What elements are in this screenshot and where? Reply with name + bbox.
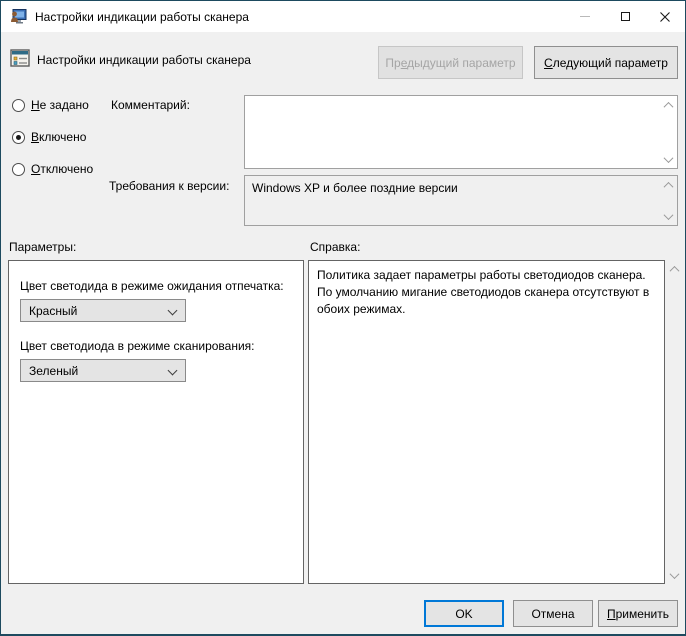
help-section-label: Справка: [310,240,360,254]
supported-on-box: Windows XP и более поздние версии [244,175,678,226]
options-panel: Цвет светодида в режиме ожидания отпечат… [8,260,304,584]
ok-button[interactable]: OK [424,600,504,627]
previous-setting-label-pre: Пр [385,56,400,70]
group-policy-app-icon [10,9,27,24]
chevron-down-icon [663,153,673,163]
chevron-up-icon [669,265,679,275]
cancel-button[interactable]: Отмена [513,600,593,627]
radio-circle [12,163,25,176]
policy-name: Настройки индикации работы сканера [37,53,251,67]
apply-button[interactable]: Применить [598,600,678,627]
cancel-button-label: Отмена [531,607,574,621]
radio-enabled[interactable]: Включено [12,129,86,145]
radio-circle [12,131,25,144]
help-text: Политика задает параметры работы светоди… [317,267,656,318]
policy-setting-icon [10,48,30,68]
option2-label: Цвет светодиода в режиме сканирования: [20,339,255,353]
maximize-button[interactable] [605,1,645,32]
minimize-icon [580,16,590,17]
radio-not-configured[interactable]: Не задано [12,97,89,113]
chevron-down-icon [168,366,178,376]
minimize-button[interactable] [565,1,605,32]
previous-setting-button[interactable]: Предыдущий параметр [378,46,523,79]
next-setting-label-key: С [544,56,553,70]
close-button[interactable] [645,1,685,32]
idle-led-color-value: Красный [29,304,77,318]
ok-button-label: OK [455,607,472,621]
previous-setting-label-rest: дыдущий параметр [407,56,515,70]
chevron-up-icon [663,101,673,111]
chevron-up-icon [663,181,673,191]
apply-button-label: Применить [607,607,669,621]
policy-setting-dialog: Настройки индикации работы сканера Настр… [0,0,686,636]
maximize-icon [621,12,630,21]
next-setting-button[interactable]: Следующий параметр [534,46,678,79]
supported-scroll-up-button[interactable] [660,177,676,193]
radio-enabled-label: Включено [31,130,86,144]
idle-led-color-dropdown[interactable]: Красный [20,299,186,322]
chevron-down-icon [168,306,178,316]
comment-scroll-up-button[interactable] [660,97,676,113]
next-setting-label-rest: ледующий параметр [553,56,668,70]
supported-on-value: Windows XP и более поздние версии [252,181,655,195]
supported-on-label: Требования к версии: [109,179,229,193]
help-scroll-down-button[interactable] [666,567,682,583]
titlebar: Настройки индикации работы сканера [1,1,685,32]
radio-disabled-label: Отключено [31,162,93,176]
scan-led-color-value: Зеленый [29,364,78,378]
radio-circle [12,99,25,112]
option1-label: Цвет светодида в режиме ожидания отпечат… [20,279,284,293]
chevron-down-icon [669,569,679,579]
window-title: Настройки индикации работы сканера [35,10,565,24]
close-icon [660,12,670,22]
comment-label: Комментарий: [111,98,190,112]
radio-not-configured-label: Не задано [31,98,89,112]
help-scroll-up-button[interactable] [666,261,682,277]
help-scrollbar[interactable] [666,260,682,584]
radio-disabled[interactable]: Отключено [12,161,93,177]
comment-textarea[interactable] [244,95,678,169]
chevron-down-icon [663,210,673,220]
scan-led-color-dropdown[interactable]: Зеленый [20,359,186,382]
supported-scroll-down-button[interactable] [660,208,676,224]
help-panel: Политика задает параметры работы светоди… [308,260,665,584]
comment-scroll-down-button[interactable] [660,151,676,167]
options-section-label: Параметры: [9,240,76,254]
